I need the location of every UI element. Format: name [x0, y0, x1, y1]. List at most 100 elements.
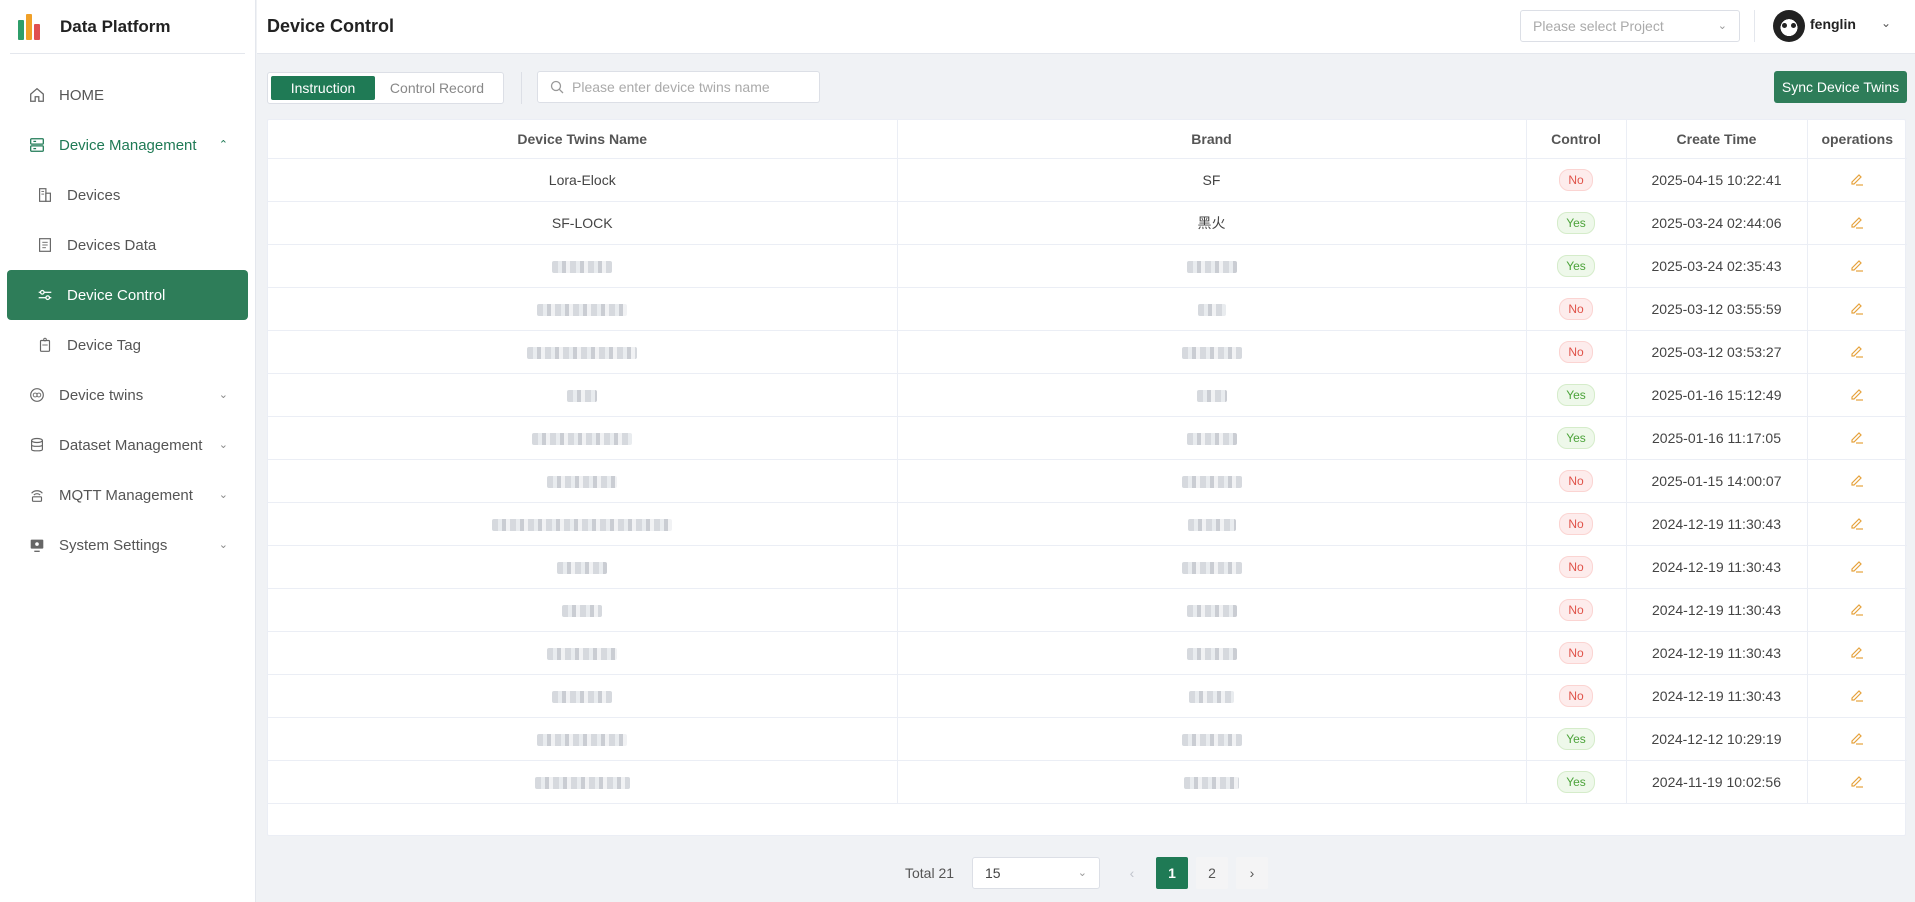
cell-operations	[1807, 330, 1907, 374]
redacted-text	[1186, 604, 1237, 617]
sidebar-item-dataset-management[interactable]: Dataset Management ⌄	[7, 420, 248, 470]
cell-create-time: 2025-01-15 14:00:07	[1626, 459, 1808, 503]
tab-instruction[interactable]: Instruction	[271, 76, 375, 100]
cell-control: No	[1526, 158, 1627, 202]
control-status-badge: Yes	[1557, 770, 1595, 793]
sidebar-item-device-management[interactable]: Device Management ⌃	[7, 120, 248, 170]
table-row: Yes 2025-03-24 02:35:43	[268, 244, 1907, 288]
sidebar-item-device-tag[interactable]: Device Tag	[7, 320, 248, 370]
sliders-icon	[35, 285, 55, 305]
database-icon	[27, 435, 47, 455]
sidebar-item-device-twins[interactable]: Device twins ⌄	[7, 370, 248, 420]
edit-icon[interactable]	[1848, 213, 1866, 231]
cell-control: No	[1526, 330, 1627, 374]
user-menu-chevron-icon[interactable]: ⌄	[1881, 16, 1891, 30]
tab-control-record[interactable]: Control Record	[375, 76, 499, 100]
cell-create-time: 2024-12-19 11:30:43	[1626, 674, 1808, 718]
cell-operations	[1807, 459, 1907, 503]
edit-icon[interactable]	[1848, 170, 1866, 188]
chevron-down-icon: ⌄	[218, 439, 228, 451]
page-2-button[interactable]: 2	[1196, 857, 1228, 889]
control-status-badge: No	[1559, 297, 1593, 320]
sidebar-item-label: HOME	[59, 86, 104, 104]
edit-icon[interactable]	[1848, 643, 1866, 661]
project-select[interactable]: Please select Project ⌄	[1520, 10, 1740, 42]
redacted-text	[552, 260, 613, 273]
cell-device-twins-name: Lora-Elock	[268, 158, 898, 202]
edit-icon[interactable]	[1848, 557, 1866, 575]
table-body: Lora-Elock SF No 2025-04-15 10:22:41 SF-LOCK…	[268, 158, 1907, 804]
cell-brand	[897, 244, 1527, 288]
page-1-button[interactable]: 1	[1156, 857, 1188, 889]
cell-device-twins-name	[268, 588, 898, 632]
table-row: No 2024-12-19 11:30:43	[268, 588, 1907, 632]
redacted-text	[1184, 776, 1239, 789]
edit-icon[interactable]	[1848, 299, 1866, 317]
cell-brand: 黑火	[897, 201, 1527, 245]
cell-device-twins-name	[268, 244, 898, 288]
chevron-down-icon: ⌄	[1077, 867, 1087, 879]
cell-device-twins-name	[268, 674, 898, 718]
edit-icon[interactable]	[1848, 772, 1866, 790]
sync-device-twins-button[interactable]: Sync Device Twins	[1774, 71, 1907, 103]
edit-icon[interactable]	[1848, 514, 1866, 532]
column-header-operations: operations	[1807, 120, 1907, 159]
prev-page-button[interactable]: ‹	[1116, 857, 1148, 889]
chevron-down-icon: ⌄	[218, 389, 228, 401]
column-header-control: Control	[1526, 120, 1627, 159]
column-header-create-time: Create Time	[1626, 120, 1808, 159]
page-size-select[interactable]: 15 ⌄	[972, 857, 1100, 889]
edit-icon[interactable]	[1848, 428, 1866, 446]
cell-brand	[897, 459, 1527, 503]
cell-operations	[1807, 244, 1907, 288]
app-logo-icon	[18, 13, 44, 40]
search-input[interactable]	[572, 79, 802, 95]
sidebar-item-home[interactable]: HOME	[7, 70, 248, 120]
control-status-badge: Yes	[1557, 254, 1595, 277]
redacted-text	[552, 690, 613, 703]
device-control-table: Device Twins Name Brand Control Create T…	[267, 119, 1907, 836]
next-page-button[interactable]: ›	[1236, 857, 1268, 889]
redacted-text	[1186, 432, 1237, 445]
control-status-badge: Yes	[1557, 426, 1595, 449]
edit-icon[interactable]	[1848, 342, 1866, 360]
toolbar-divider	[521, 72, 522, 104]
edit-icon[interactable]	[1848, 385, 1866, 403]
sidebar-item-label: Device Control	[67, 286, 166, 304]
control-status-badge: No	[1559, 469, 1593, 492]
pagination-total: Total 21	[905, 865, 955, 881]
edit-icon[interactable]	[1848, 256, 1866, 274]
header-divider	[1754, 10, 1755, 42]
sidebar-item-device-control[interactable]: Device Control	[7, 270, 248, 320]
edit-icon[interactable]	[1848, 600, 1866, 618]
username[interactable]: fenglin	[1810, 16, 1856, 32]
sidebar-item-devices[interactable]: Devices	[7, 170, 248, 220]
data-icon	[35, 235, 55, 255]
cell-brand	[897, 674, 1527, 718]
edit-icon[interactable]	[1848, 471, 1866, 489]
edit-icon[interactable]	[1848, 686, 1866, 704]
cell-create-time: 2024-12-19 11:30:43	[1626, 545, 1808, 589]
redacted-text	[547, 647, 618, 660]
avatar[interactable]	[1773, 10, 1805, 42]
cell-create-time: 2025-01-16 15:12:49	[1626, 373, 1808, 417]
sidebar-item-system-settings[interactable]: System Settings ⌄	[7, 520, 248, 570]
sidebar-item-devices-data[interactable]: Devices Data	[7, 220, 248, 270]
cell-device-twins-name: SF-LOCK	[268, 201, 898, 245]
cell-brand	[897, 502, 1527, 546]
cell-control: Yes	[1526, 760, 1627, 804]
sidebar-item-mqtt-management[interactable]: MQTT Management ⌄	[7, 470, 248, 520]
redacted-text	[1197, 303, 1226, 316]
table-row: No 2025-03-12 03:53:27	[268, 330, 1907, 374]
cell-brand	[897, 588, 1527, 632]
cell-create-time: 2024-12-12 10:29:19	[1626, 717, 1808, 761]
cell-device-twins-name	[268, 502, 898, 546]
cell-control: Yes	[1526, 201, 1627, 245]
control-status-badge: Yes	[1557, 211, 1595, 234]
cell-brand	[897, 416, 1527, 460]
edit-icon[interactable]	[1848, 729, 1866, 747]
redacted-text	[547, 475, 618, 488]
control-status-badge: No	[1559, 168, 1593, 191]
cell-device-twins-name	[268, 459, 898, 503]
cell-brand	[897, 545, 1527, 589]
